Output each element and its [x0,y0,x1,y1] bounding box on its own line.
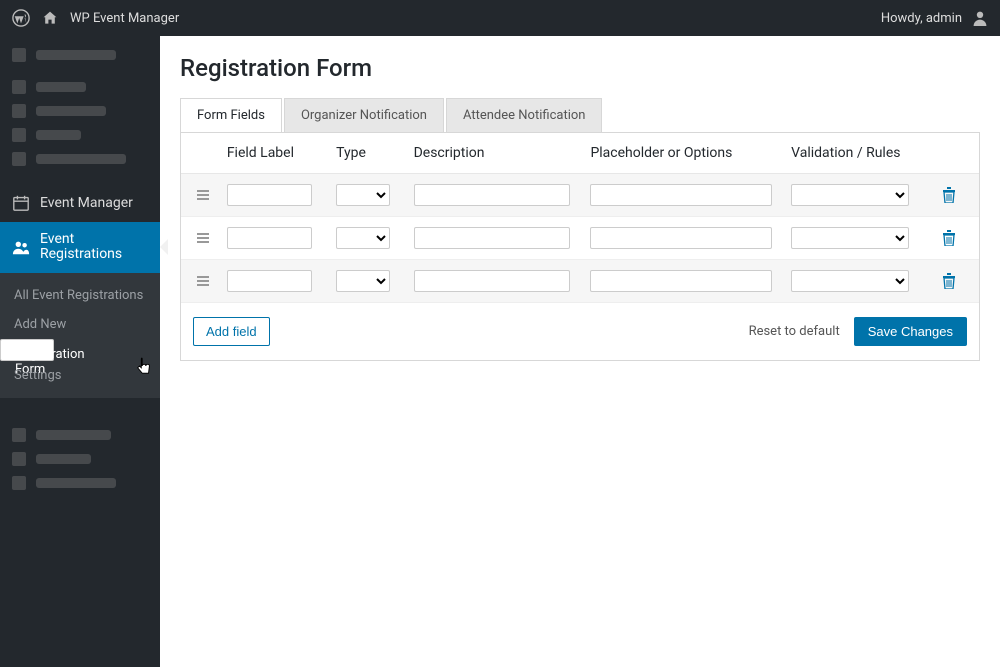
fields-panel: Field Label Type Description Placeholder… [180,133,980,361]
drag-handle-icon[interactable] [197,232,209,244]
home-icon[interactable] [42,10,58,26]
sidebar-skeleton [12,476,148,490]
field-type-select[interactable] [336,270,390,292]
field-validation-select[interactable] [791,227,909,249]
greeting-text[interactable]: Howdy, admin [881,11,962,26]
delete-icon[interactable] [942,273,956,289]
field-validation-select[interactable] [791,184,909,206]
field-description-input[interactable] [414,270,570,292]
users-icon [12,238,30,256]
calendar-icon [12,194,30,212]
admin-sidebar: Event Manager Event Registrations All Ev… [0,36,160,667]
delete-icon[interactable] [942,230,956,246]
table-header: Field Label Type Description Placeholder… [181,133,979,174]
sidebar-skeleton [12,104,148,118]
th-type: Type [336,145,414,161]
app-title[interactable]: WP Event Manager [70,11,179,26]
field-label-input[interactable] [227,227,312,249]
add-field-button[interactable]: Add field [193,317,270,346]
sidebar-item-label: Event Manager [40,195,133,211]
main-content: Registration Form Form Fields Organizer … [160,36,1000,667]
field-description-input[interactable] [414,227,570,249]
field-row [181,260,979,303]
drag-handle-icon[interactable] [197,275,209,287]
layout: Event Manager Event Registrations All Ev… [0,36,1000,667]
th-label: Field Label [227,145,336,161]
submenu-registration-form[interactable]: Registration Form [0,339,54,361]
tab-attendee-notification[interactable]: Attendee Notification [446,98,602,132]
submenu-all-registrations[interactable]: All Event Registrations [0,281,160,310]
user-icon[interactable] [972,10,988,26]
topbar-left: WP Event Manager [12,9,179,27]
admin-topbar: WP Event Manager Howdy, admin [0,0,1000,36]
field-type-select[interactable] [336,184,390,206]
page-title: Registration Form [180,54,980,82]
field-description-input[interactable] [414,184,570,206]
field-row [181,174,979,217]
field-placeholder-input[interactable] [590,270,772,292]
field-label-input[interactable] [227,270,312,292]
sidebar-submenu: All Event Registrations Add New Registra… [0,273,160,398]
tabs: Form Fields Organizer Notification Atten… [180,98,980,133]
save-changes-button[interactable]: Save Changes [854,317,967,346]
panel-actions: Add field Reset to default Save Changes [181,303,979,360]
drag-handle-icon[interactable] [197,189,209,201]
sidebar-item-event-manager[interactable]: Event Manager [0,184,160,222]
field-label-input[interactable] [227,184,312,206]
delete-icon[interactable] [942,187,956,203]
submenu-add-new[interactable]: Add New [0,310,160,339]
sidebar-skeleton [12,428,148,442]
sidebar-skeleton [12,152,148,166]
field-placeholder-input[interactable] [590,227,772,249]
sidebar-skeleton [12,80,148,94]
sidebar-skeleton [12,452,148,466]
field-type-select[interactable] [336,227,390,249]
sidebar-item-label: Event Registrations [40,232,148,263]
reset-default-link[interactable]: Reset to default [749,324,840,339]
th-validation: Validation / Rules [791,145,935,161]
sidebar-item-event-registrations[interactable]: Event Registrations [0,222,160,273]
wordpress-logo-icon[interactable] [12,9,30,27]
tab-form-fields[interactable]: Form Fields [180,98,282,132]
field-validation-select[interactable] [791,270,909,292]
th-placeholder: Placeholder or Options [590,145,791,161]
sidebar-skeleton [12,128,148,142]
field-row [181,217,979,260]
field-placeholder-input[interactable] [590,184,772,206]
topbar-right: Howdy, admin [881,10,988,26]
sidebar-skeleton [12,48,148,62]
tab-organizer-notification[interactable]: Organizer Notification [284,98,444,132]
th-description: Description [414,145,591,161]
